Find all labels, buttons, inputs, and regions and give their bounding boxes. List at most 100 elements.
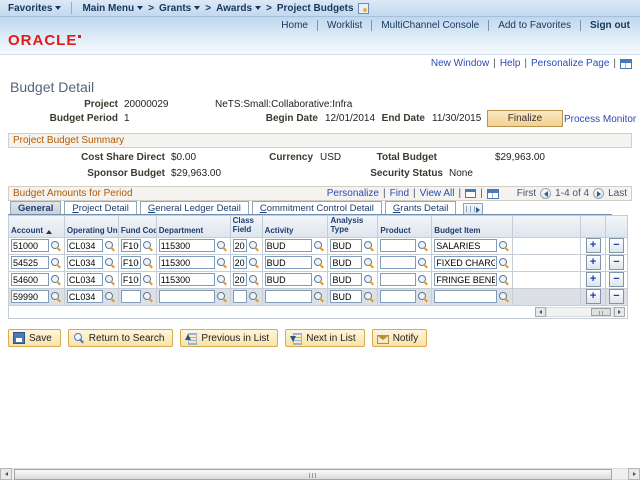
home-link[interactable]: Home xyxy=(281,20,308,31)
return-to-search-button[interactable]: Return to Search xyxy=(68,329,174,347)
operating-unit-input[interactable] xyxy=(67,256,103,269)
scroll-thumb[interactable] xyxy=(14,469,612,480)
lookup-icon[interactable] xyxy=(142,257,154,269)
lookup-icon[interactable] xyxy=(216,240,228,252)
http-icon[interactable] xyxy=(620,59,632,69)
breadcrumb-item-awards[interactable]: Awards xyxy=(216,3,261,14)
lookup-icon[interactable] xyxy=(50,240,62,252)
personalize-link[interactable]: Personalize xyxy=(327,188,379,199)
lookup-icon[interactable] xyxy=(50,291,62,303)
lookup-icon[interactable] xyxy=(104,240,116,252)
grid-scroll-left-button[interactable] xyxy=(535,307,546,317)
multichannel-console-link[interactable]: MultiChannel Console xyxy=(381,20,479,31)
account-input[interactable] xyxy=(11,290,49,303)
col-header-fund-code[interactable]: Fund Code xyxy=(119,216,157,238)
lookup-icon[interactable] xyxy=(50,274,62,286)
previous-page-icon[interactable] xyxy=(540,188,551,199)
grid-scroll-right-button[interactable] xyxy=(614,307,625,317)
product-input[interactable] xyxy=(380,256,416,269)
col-header-operating-unit[interactable]: Operating Unit xyxy=(65,216,119,238)
lookup-icon[interactable] xyxy=(104,291,116,303)
lookup-icon[interactable] xyxy=(363,274,375,286)
scroll-left-button[interactable] xyxy=(0,468,12,480)
lookup-icon[interactable] xyxy=(498,257,510,269)
activity-input[interactable] xyxy=(265,256,313,269)
help-link[interactable]: Help xyxy=(500,58,521,69)
col-header-budget-item[interactable]: Budget Item xyxy=(432,216,513,238)
favorites-menu[interactable]: Favorites xyxy=(8,3,61,14)
process-monitor-link[interactable]: Process Monitor xyxy=(564,114,636,125)
tab-general-ledger-detail[interactable]: General Ledger Detail xyxy=(140,201,249,215)
lookup-icon[interactable] xyxy=(142,291,154,303)
col-header-account[interactable]: Account xyxy=(9,216,65,238)
download-grid-icon[interactable] xyxy=(487,189,499,199)
finalize-button[interactable]: Finalize xyxy=(487,110,563,127)
add-row-button[interactable]: + xyxy=(586,272,601,287)
grid-scroll-thumb[interactable] xyxy=(591,308,611,316)
lookup-icon[interactable] xyxy=(363,257,375,269)
budget-item-input[interactable] xyxy=(434,290,497,303)
scroll-track[interactable] xyxy=(12,468,628,480)
operating-unit-input[interactable] xyxy=(67,290,103,303)
lookup-icon[interactable] xyxy=(216,257,228,269)
budget-item-input[interactable] xyxy=(434,273,497,286)
lookup-icon[interactable] xyxy=(248,257,260,269)
department-input[interactable] xyxy=(159,290,215,303)
add-row-button[interactable]: + xyxy=(586,289,601,304)
add-to-favorites-link[interactable]: Add to Favorites xyxy=(498,20,571,31)
department-input[interactable] xyxy=(159,239,215,252)
department-input[interactable] xyxy=(159,273,215,286)
zoom-window-icon[interactable] xyxy=(465,189,476,198)
delete-row-button[interactable]: − xyxy=(609,289,624,304)
grid-scroll-track[interactable] xyxy=(546,307,614,317)
lookup-icon[interactable] xyxy=(498,240,510,252)
analysis-type-input[interactable] xyxy=(330,273,362,286)
col-header-activity[interactable]: Activity xyxy=(263,216,329,238)
lookup-icon[interactable] xyxy=(216,274,228,286)
new-window-link[interactable]: New Window xyxy=(431,58,489,69)
lookup-icon[interactable] xyxy=(363,240,375,252)
lookup-icon[interactable] xyxy=(498,274,510,286)
activity-input[interactable] xyxy=(265,239,313,252)
account-input[interactable] xyxy=(11,256,49,269)
fund-code-input[interactable] xyxy=(121,290,141,303)
tab-project-detail[interactable]: Project Detail xyxy=(64,201,137,215)
worklist-link[interactable]: Worklist xyxy=(327,20,362,31)
add-row-button[interactable]: + xyxy=(586,255,601,270)
analysis-type-input[interactable] xyxy=(330,256,362,269)
lookup-icon[interactable] xyxy=(50,257,62,269)
personalize-page-link[interactable]: Personalize Page xyxy=(531,58,609,69)
lookup-icon[interactable] xyxy=(313,274,325,286)
account-input[interactable] xyxy=(11,273,49,286)
fund-code-input[interactable] xyxy=(121,273,141,286)
view-all-link[interactable]: View All xyxy=(420,188,455,199)
lookup-icon[interactable] xyxy=(417,291,429,303)
department-input[interactable] xyxy=(159,256,215,269)
lookup-icon[interactable] xyxy=(142,240,154,252)
analysis-type-input[interactable] xyxy=(330,290,362,303)
lookup-icon[interactable] xyxy=(498,291,510,303)
find-link[interactable]: Find xyxy=(390,188,409,199)
tab-general[interactable]: General xyxy=(10,201,61,215)
lookup-icon[interactable] xyxy=(248,240,260,252)
scroll-right-button[interactable] xyxy=(628,468,640,480)
class-field-input[interactable] xyxy=(233,273,247,286)
product-input[interactable] xyxy=(380,290,416,303)
delete-row-button[interactable]: − xyxy=(609,238,624,253)
col-header-class-field[interactable]: Class Field xyxy=(231,216,263,238)
class-field-input[interactable] xyxy=(233,290,247,303)
next-in-list-button[interactable]: Next in List xyxy=(285,329,364,347)
lookup-icon[interactable] xyxy=(104,257,116,269)
breadcrumb-item-project-budgets[interactable]: Project Budgets xyxy=(277,3,354,14)
product-input[interactable] xyxy=(380,273,416,286)
lookup-icon[interactable] xyxy=(363,291,375,303)
budget-item-input[interactable] xyxy=(434,239,497,252)
lookup-icon[interactable] xyxy=(313,257,325,269)
col-header-product[interactable]: Product xyxy=(378,216,432,238)
previous-in-list-button[interactable]: Previous in List xyxy=(180,329,278,347)
product-input[interactable] xyxy=(380,239,416,252)
tab-grants-detail[interactable]: Grants Detail xyxy=(385,201,456,215)
breadcrumb-item-grants[interactable]: Grants xyxy=(159,3,200,14)
lookup-icon[interactable] xyxy=(313,291,325,303)
lookup-icon[interactable] xyxy=(216,291,228,303)
